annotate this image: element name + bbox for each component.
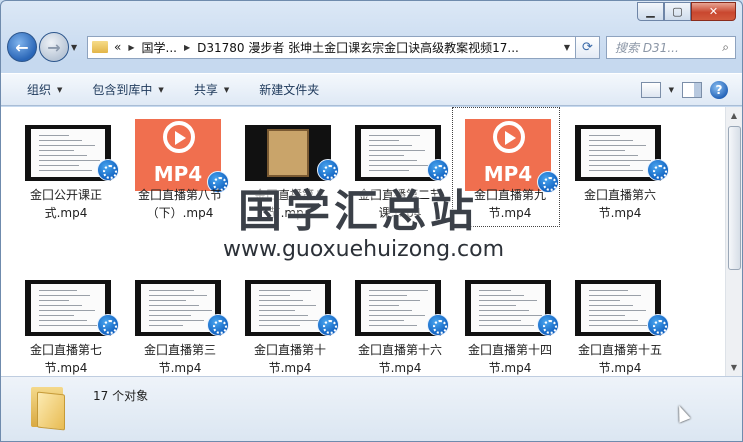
scrollbar-thumb[interactable]	[728, 126, 741, 270]
address-bar[interactable]: « ▶ 国学... ▶ D31780 漫步者 张坤土金囗课玄宗金囗诀高级教案视频…	[87, 35, 576, 59]
chevron-right-icon[interactable]: ▶	[184, 43, 190, 52]
forward-button[interactable]: →	[39, 32, 69, 62]
video-player-icon	[317, 159, 339, 181]
item-count: 17 个对象	[93, 389, 149, 403]
refresh-icon: ⟳	[582, 39, 593, 55]
search-placeholder: 搜索 D31...	[615, 40, 679, 55]
vertical-scrollbar[interactable]: ▲ ▼	[725, 107, 742, 376]
file-item[interactable]: 金囗直播第十四节.mp4	[455, 274, 559, 376]
include-in-library-menu[interactable]: 包含到库中 ▼	[92, 81, 163, 98]
video-player-icon	[207, 314, 229, 336]
file-name: 金囗直播第八节（下）.mp4	[137, 188, 222, 220]
file-item[interactable]: 金囗直播第二节课.mp4	[345, 119, 449, 231]
file-name: 金囗直播第十六节.mp4	[357, 343, 442, 375]
film-reel-icon	[163, 121, 195, 153]
video-player-icon	[97, 314, 119, 336]
chevron-down-icon: ▼	[223, 85, 230, 94]
file-item[interactable]: MP4 金囗直播第八节（下）.mp4	[125, 119, 229, 231]
video-player-icon	[427, 159, 449, 181]
file-item[interactable]: 金囗直播第十六节.mp4	[345, 274, 449, 376]
video-player-icon	[317, 314, 339, 336]
file-name: 金囗直播第二节课.mp4	[357, 188, 442, 220]
file-name: 金囗直播第三节.mp4	[143, 343, 216, 375]
new-folder-button[interactable]: 新建文件夹	[259, 81, 319, 98]
arrow-left-icon: ←	[15, 37, 29, 57]
file-name: 金囗直播第十五节.mp4	[577, 343, 662, 375]
arrow-right-icon: →	[47, 37, 61, 57]
file-name: 金囗直播第十节.mp4	[253, 343, 326, 375]
details-pane: 17 个对象	[1, 376, 742, 441]
breadcrumb-item-current[interactable]: D31780 漫步者 张坤土金囗课玄宗金囗诀高级教案视频17...	[197, 39, 519, 56]
chevron-down-icon[interactable]: ▼	[669, 86, 674, 94]
recent-pages-dropdown[interactable]: ▼	[71, 43, 83, 52]
mouse-cursor-icon	[673, 403, 691, 423]
chevron-down-icon: ▼	[71, 42, 78, 52]
file-name: 金囗直播第六节.mp4	[583, 188, 656, 220]
video-player-icon	[97, 159, 119, 181]
breadcrumb-overflow[interactable]: «	[114, 40, 121, 54]
refresh-button[interactable]: ⟳	[576, 35, 600, 59]
maximize-button[interactable]: ▢	[664, 2, 691, 21]
file-item[interactable]: 金囗直播第七节.mp4	[15, 274, 119, 376]
preview-pane-icon[interactable]	[682, 82, 702, 98]
chevron-right-icon[interactable]: ▶	[128, 43, 134, 52]
search-input[interactable]: 搜索 D31... ⌕	[606, 35, 736, 59]
file-name: 金囗公开课正式.mp4	[29, 188, 102, 220]
help-icon[interactable]: ?	[710, 81, 728, 99]
share-menu[interactable]: 共享 ▼	[194, 81, 229, 98]
file-item[interactable]: 金囗公开课正式.mp4	[15, 119, 119, 231]
new-folder-label: 新建文件夹	[259, 83, 320, 97]
file-item[interactable]: 金囗直播第六节.mp4	[565, 119, 669, 231]
back-button[interactable]: ←	[7, 32, 37, 62]
scroll-down-arrow[interactable]: ▼	[726, 359, 742, 376]
file-item[interactable]: 金囗直播第八节.mp4	[235, 119, 339, 231]
share-label: 共享	[193, 83, 218, 97]
video-player-icon	[647, 314, 669, 336]
chevron-down-icon: ▼	[57, 85, 63, 94]
explorer-window: ▁ ▢ ✕ ← → ▼ « ▶ 国学... ▶ D31780 漫步者 张坤土金囗…	[0, 0, 743, 442]
caption-buttons: ▁ ▢ ✕	[637, 2, 736, 21]
address-dropdown[interactable]: ▼	[559, 43, 575, 52]
file-name: 金囗直播第十四节.mp4	[467, 343, 552, 375]
file-name: 金囗直播第九节.mp4	[473, 188, 546, 220]
file-item[interactable]: MP4 金囗直播第九节.mp4	[452, 107, 560, 231]
file-item[interactable]: 金囗直播第三节.mp4	[125, 274, 229, 376]
scroll-up-arrow[interactable]: ▲	[726, 107, 742, 124]
watermark-url: www.guoxuehuizong.com	[223, 237, 505, 262]
organize-menu[interactable]: 组织 ▼	[27, 81, 62, 98]
navigation-bar: ← → ▼ « ▶ 国学... ▶ D31780 漫步者 张坤土金囗课玄宗金囗诀…	[7, 31, 736, 63]
search-icon: ⌕	[722, 39, 729, 54]
file-item[interactable]: 金囗直播第十节.mp4	[235, 274, 339, 376]
chevron-down-icon: ▼	[158, 85, 164, 94]
folder-icon	[92, 41, 108, 53]
film-reel-icon	[493, 121, 525, 153]
close-button[interactable]: ✕	[691, 2, 736, 21]
video-player-icon	[427, 314, 449, 336]
minimize-button[interactable]: ▁	[637, 2, 664, 21]
command-bar: 组织 ▼ 包含到库中 ▼ 共享 ▼ 新建文件夹 ▼ ?	[1, 73, 742, 106]
include-label: 包含到库中	[92, 83, 153, 97]
file-name: 金囗直播第七节.mp4	[29, 343, 102, 375]
video-player-icon	[537, 314, 559, 336]
breadcrumb-item-guoxue[interactable]: 国学...	[142, 39, 177, 56]
view-controls: ▼ ?	[640, 81, 728, 99]
folder-icon	[29, 385, 65, 431]
file-item[interactable]: 金囗直播第十五节.mp4	[565, 274, 669, 376]
file-name: 金囗直播第八节.mp4	[253, 188, 326, 220]
file-list[interactable]: 金囗公开课正式.mp4 MP4 金囗直播第八节（下）.mp4 金囗直播第八节.mp4 金…	[1, 107, 725, 376]
view-options-icon[interactable]	[640, 82, 661, 98]
organize-label: 组织	[27, 83, 52, 97]
video-player-icon	[647, 159, 669, 181]
